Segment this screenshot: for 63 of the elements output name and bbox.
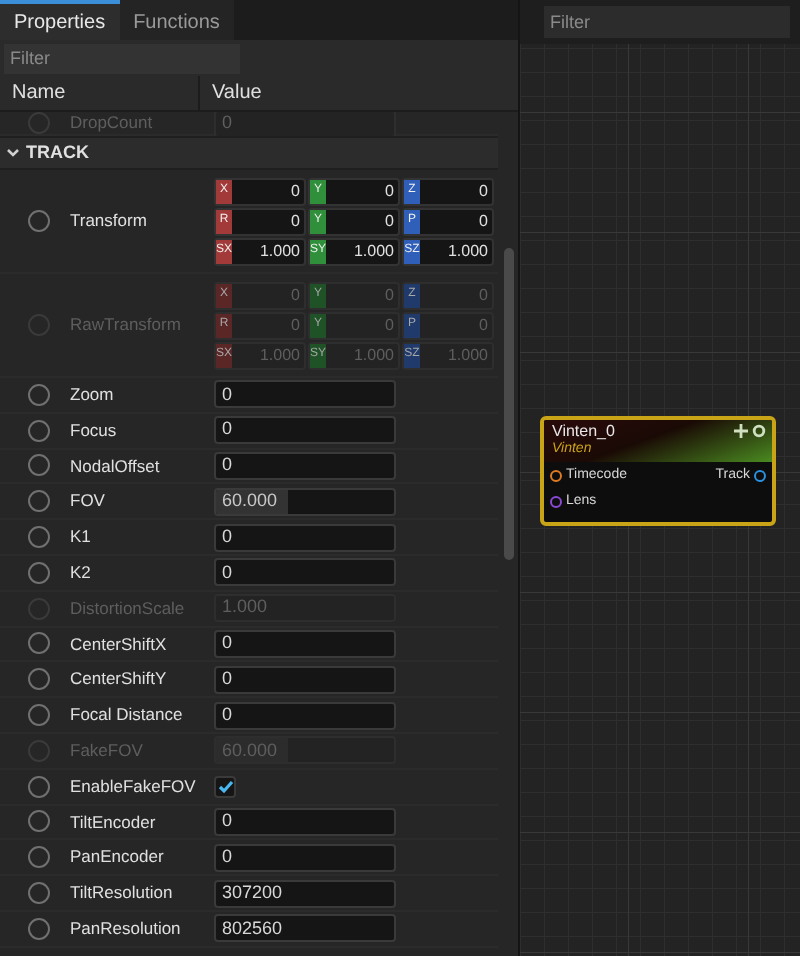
radio-button[interactable] xyxy=(28,917,50,940)
number-field[interactable]: 0 xyxy=(214,665,396,694)
number-field[interactable]: 0 xyxy=(214,701,396,730)
property-name: Focal Distance xyxy=(70,702,183,728)
property-name: K1 xyxy=(70,524,91,550)
move-icon[interactable] xyxy=(734,424,748,438)
input-pin[interactable] xyxy=(550,470,562,483)
number-field[interactable]: 802560 xyxy=(214,914,396,943)
number-field[interactable]: 307200 xyxy=(214,879,396,908)
checkbox[interactable] xyxy=(214,775,236,798)
number-field[interactable]: 0 xyxy=(214,416,396,445)
property-name: FOV xyxy=(70,488,105,515)
radio-button[interactable] xyxy=(28,210,50,232)
number-field[interactable]: 0 xyxy=(214,523,396,552)
property-name: CenterShiftY xyxy=(70,666,167,693)
radio-button[interactable] xyxy=(28,526,50,549)
property-name: DistortionScale xyxy=(70,595,185,622)
column-header: Value xyxy=(212,80,262,108)
settings-icon[interactable] xyxy=(752,424,766,438)
property-name: FakeFOV xyxy=(70,737,143,764)
radio-button[interactable] xyxy=(28,846,50,869)
property-name: EnableFakeFOV xyxy=(70,773,196,800)
number-field[interactable]: 0 xyxy=(214,558,396,587)
tab[interactable]: Functions xyxy=(119,0,234,40)
radio-button[interactable] xyxy=(28,561,50,584)
number-field[interactable]: 0 xyxy=(214,380,396,409)
property-name: RawTransform xyxy=(70,312,181,338)
property-name: Transform xyxy=(70,208,147,234)
filter-field[interactable]: Filter xyxy=(4,43,240,73)
tab[interactable]: Properties xyxy=(0,0,120,40)
radio-button[interactable] xyxy=(28,419,50,442)
property-name: PanEncoder xyxy=(70,844,164,871)
property-name: DropCount xyxy=(70,112,153,136)
property-name: Zoom xyxy=(70,382,114,408)
column-header: Name xyxy=(12,80,66,108)
property-name: CenterShiftX xyxy=(70,631,167,657)
output-pin[interactable] xyxy=(754,470,766,483)
scrollbar-thumb[interactable] xyxy=(504,248,514,560)
number-field[interactable]: 0 xyxy=(214,807,396,836)
slider-field[interactable]: 60.000 xyxy=(214,487,396,516)
property-name: K2 xyxy=(70,560,91,586)
radio-button[interactable] xyxy=(28,704,50,727)
property-name: TiltResolution xyxy=(70,880,173,906)
property-name: PanResolution xyxy=(70,915,181,942)
radio-button[interactable] xyxy=(28,383,50,406)
input-pin[interactable] xyxy=(550,495,562,508)
number-field[interactable]: 0 xyxy=(214,451,396,480)
property-name: TiltEncoder xyxy=(70,809,156,835)
radio-button[interactable] xyxy=(28,810,50,833)
node-title: Vinten_0 xyxy=(552,422,615,442)
section-title[interactable]: TRACK xyxy=(26,139,89,167)
chevron-icon[interactable] xyxy=(6,146,20,160)
radio-button[interactable] xyxy=(28,632,50,655)
radio-button[interactable] xyxy=(28,490,50,513)
property-name: NodalOffset xyxy=(70,453,160,479)
radio-button[interactable] xyxy=(28,668,50,691)
filter-field[interactable]: Filter xyxy=(544,6,790,38)
number-field[interactable]: 0 xyxy=(214,629,396,658)
radio-button[interactable] xyxy=(28,454,50,477)
radio-button[interactable] xyxy=(28,882,50,905)
property-name: Focus xyxy=(70,417,117,444)
number-field[interactable]: 0 xyxy=(214,843,396,872)
radio-button[interactable] xyxy=(28,775,50,798)
